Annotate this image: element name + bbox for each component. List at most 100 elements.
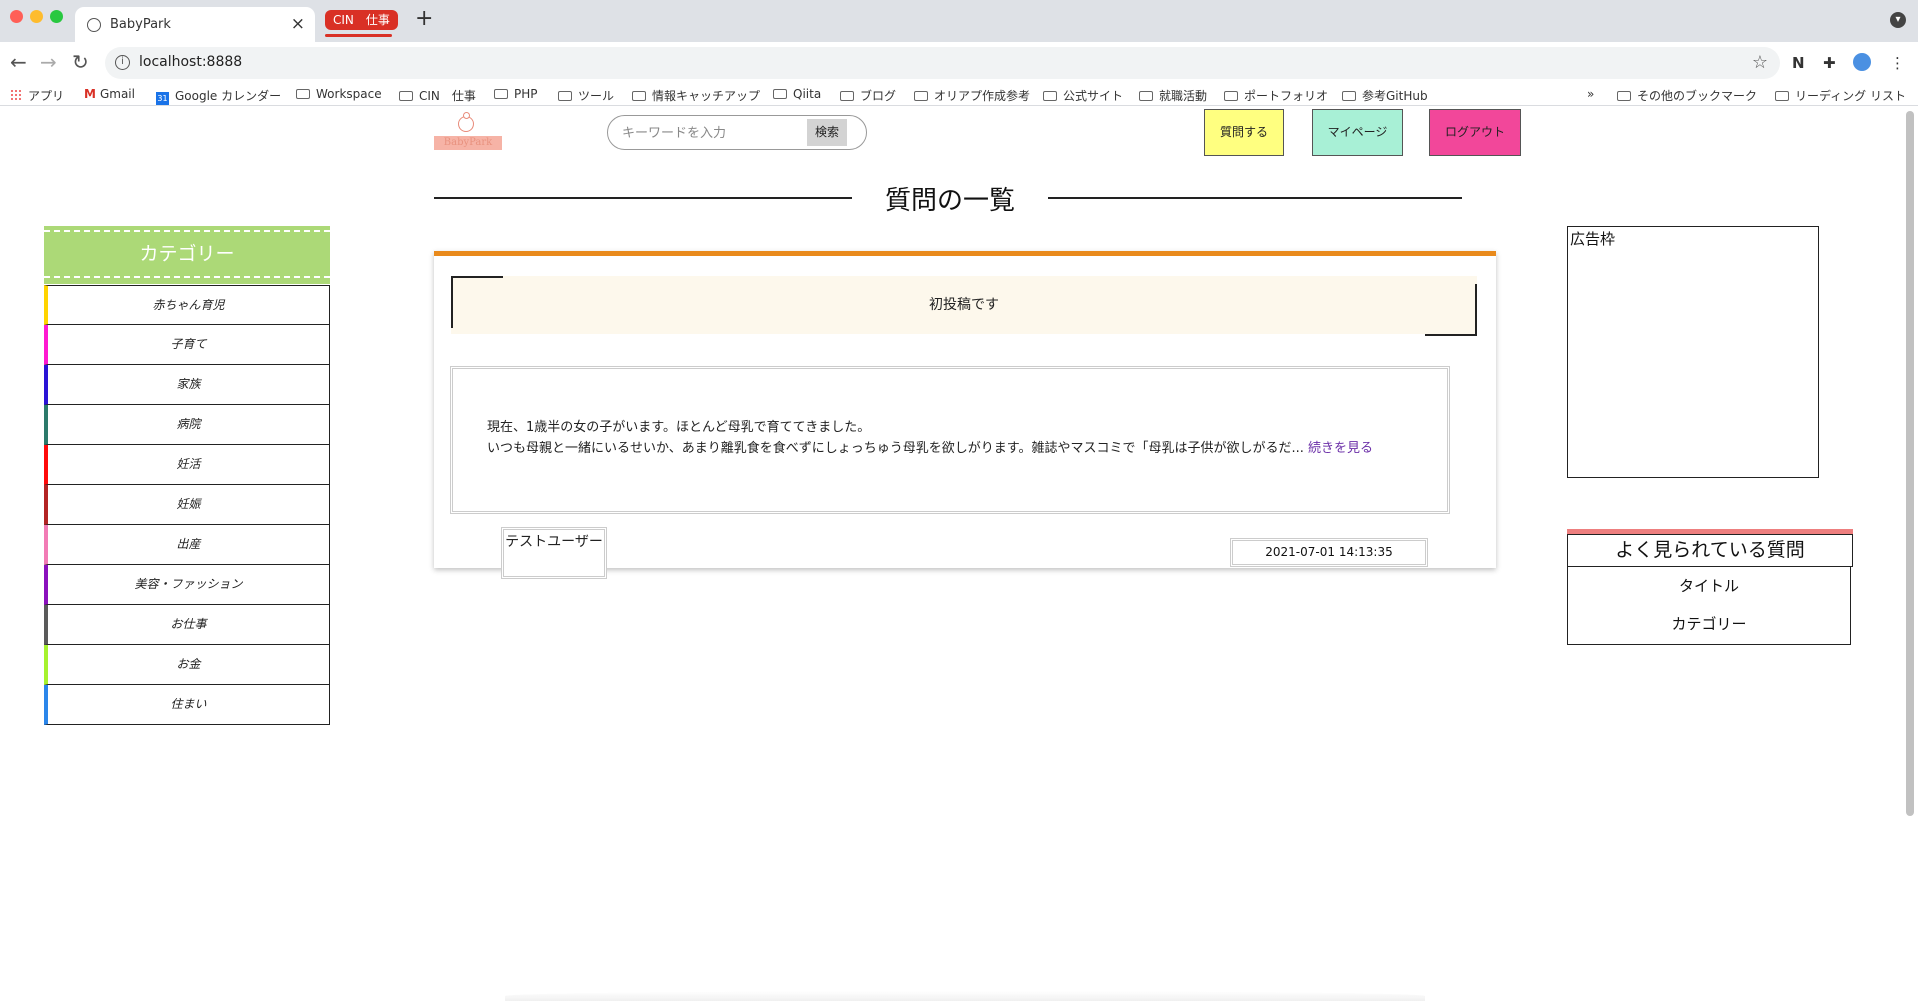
vertical-scrollbar[interactable] [1906, 111, 1914, 816]
reload-icon[interactable]: ↻ [72, 50, 89, 74]
search-input[interactable] [622, 122, 802, 144]
tab-group-underline [325, 34, 392, 37]
search-button[interactable]: 検索 [807, 119, 847, 146]
browser-tab-bar: BabyPark × CIN 仕事 + ▾ [0, 0, 1918, 42]
title-rule-right [1048, 197, 1462, 199]
folder-icon [914, 91, 928, 101]
folder-icon [296, 89, 310, 99]
question-body: 現在、1歳半の女の子がいます。ほとんど母乳で育ててきました。 いつも母親と一緒に… [450, 366, 1450, 514]
category-list: 赤ちゃん育児 子育て 家族 病院 妊活 妊娠 出産 美容・ファッション お仕事 … [44, 285, 330, 725]
ad-label: 広告枠 [1570, 230, 1616, 248]
bookmark-oriapp[interactable]: オリアプ作成参考 [914, 87, 1030, 104]
page-bottom-shadow [505, 991, 1425, 1001]
bookmark-info-catchup[interactable]: 情報キャッチアップ [632, 87, 760, 104]
baby-face-icon [458, 112, 474, 132]
category-item-money[interactable]: お金 [44, 645, 330, 685]
popular-questions: よく見られている質問 タイトル カテゴリー [1567, 529, 1853, 645]
profile-avatar-icon[interactable] [1853, 53, 1871, 71]
bookmarks-overflow-button[interactable]: » [1587, 87, 1594, 101]
popular-row-category[interactable]: カテゴリー [1568, 605, 1850, 643]
calendar-icon: 31 [156, 92, 169, 105]
bookmark-star-icon[interactable]: ☆ [1752, 52, 1768, 73]
ask-question-button[interactable]: 質問する [1204, 109, 1284, 156]
reading-list-icon [1775, 91, 1789, 101]
tab-group-cin[interactable]: CIN 仕事 [325, 10, 398, 30]
bookmark-portfolio[interactable]: ポートフォリオ [1224, 87, 1328, 104]
category-item-family[interactable]: 家族 [44, 365, 330, 405]
bookmark-official-site[interactable]: 公式サイト [1043, 87, 1123, 104]
category-item-pregnancy[interactable]: 妊娠 [44, 485, 330, 525]
reading-list-button[interactable]: リーディング リスト [1775, 87, 1906, 104]
bookmark-github-reference[interactable]: 参考GitHub [1342, 87, 1428, 104]
question-card: 初投稿です 現在、1歳半の女の子がいます。ほとんど母乳で育ててきました。 いつも… [434, 251, 1496, 579]
notion-extension-icon[interactable]: N [1792, 54, 1805, 72]
category-item-childbirth[interactable]: 出産 [44, 525, 330, 565]
maximize-window-button[interactable] [50, 10, 63, 23]
folder-icon [399, 91, 413, 101]
menu-kebab-icon[interactable]: ⋮ [1890, 54, 1905, 72]
category-item-fertility[interactable]: 妊活 [44, 445, 330, 485]
popular-title: よく見られている質問 [1567, 534, 1853, 567]
new-tab-button[interactable]: + [415, 6, 433, 31]
logo-text: BabyPark [434, 136, 502, 150]
mypage-button[interactable]: マイページ [1312, 109, 1403, 156]
extensions-puzzle-icon[interactable]: ✚ [1823, 54, 1836, 72]
bookmark-php[interactable]: PHP [494, 87, 538, 101]
folder-icon [494, 89, 508, 99]
category-item-work[interactable]: お仕事 [44, 605, 330, 645]
bookmark-gmail[interactable]: M Gmail [84, 87, 135, 101]
question-author: テストユーザー [501, 527, 607, 579]
category-title: カテゴリー [44, 230, 330, 278]
tab-babypark[interactable]: BabyPark × [75, 7, 315, 42]
gmail-icon: M [84, 87, 96, 101]
question-body-line-2: いつも母親と一緒にいるせいか、あまり離乳食を食べずにしょっちゅう母乳を欲しがりま… [487, 441, 1304, 456]
bookmark-apps[interactable]: アプリ [10, 87, 64, 104]
read-more-link[interactable]: 続きを見る [1308, 441, 1373, 456]
question-date: 2021-07-01 14:13:35 [1230, 538, 1428, 567]
folder-icon [558, 91, 572, 101]
category-item-hospital[interactable]: 病院 [44, 405, 330, 445]
folder-icon [1139, 91, 1153, 101]
category-item-beauty-fashion[interactable]: 美容・ファッション [44, 565, 330, 605]
page-title: 質問の一覧 [884, 186, 1015, 216]
question-excerpt: 現在、1歳半の女の子がいます。ほとんど母乳で育ててきました。 いつも母親と一緒に… [487, 417, 1427, 459]
category-item-housing[interactable]: 住まい [44, 685, 330, 725]
close-tab-icon[interactable]: × [291, 14, 305, 34]
url-text: localhost:8888 [139, 54, 243, 70]
bookmarks-bar: アプリ M Gmail 31 Google カレンダー Workspace CIN … [0, 84, 1918, 106]
bookmark-google-calendar[interactable]: 31 Google カレンダー [156, 87, 281, 105]
bookmark-blog[interactable]: ブログ [840, 87, 896, 104]
bookmark-tools[interactable]: ツール [558, 87, 614, 104]
question-title: 初投稿です [929, 297, 999, 313]
forward-arrow-icon[interactable]: → [40, 50, 57, 74]
close-window-button[interactable] [10, 10, 23, 23]
folder-icon [840, 91, 854, 101]
page-viewport: BabyPark 検索 質問する マイページ ログアウト 質問の一覧 カテゴリー… [0, 107, 1918, 1001]
bookmark-job-hunting[interactable]: 就職活動 [1139, 87, 1207, 104]
question-body-line-1: 現在、1歳半の女の子がいます。ほとんど母乳で育ててきました。 [487, 420, 871, 435]
bookmark-workspace[interactable]: Workspace [296, 87, 382, 101]
bookmark-cin[interactable]: CIN 仕事 [399, 87, 476, 104]
bookmark-qiita[interactable]: Qiita [773, 87, 821, 101]
logout-button[interactable]: ログアウト [1429, 109, 1521, 156]
apps-grid-icon [10, 89, 22, 101]
folder-icon [1342, 91, 1356, 101]
category-item-child-rearing[interactable]: 子育て [44, 325, 330, 365]
info-icon[interactable]: i [115, 55, 130, 70]
globe-icon [87, 18, 101, 32]
back-arrow-icon[interactable]: ← [10, 50, 27, 74]
browser-toolbar: ← → ↻ i localhost:8888 ☆ N ✚ ⋮ [0, 42, 1918, 84]
popular-row-title[interactable]: タイトル [1568, 567, 1850, 605]
folder-icon [1043, 91, 1057, 101]
ad-slot: 広告枠 [1567, 226, 1819, 478]
search-form: 検索 [607, 115, 867, 150]
folder-icon [1224, 91, 1238, 101]
folder-icon [773, 89, 787, 99]
address-bar[interactable]: i localhost:8888 ☆ [105, 47, 1780, 79]
minimize-window-button[interactable] [30, 10, 43, 23]
tab-search-icon[interactable]: ▾ [1890, 12, 1906, 28]
category-item-baby-care[interactable]: 赤ちゃん育児 [44, 285, 330, 325]
question-title-box[interactable]: 初投稿です [451, 276, 1477, 336]
site-logo[interactable]: BabyPark [434, 112, 502, 154]
bookmark-other[interactable]: その他のブックマーク [1617, 87, 1757, 104]
